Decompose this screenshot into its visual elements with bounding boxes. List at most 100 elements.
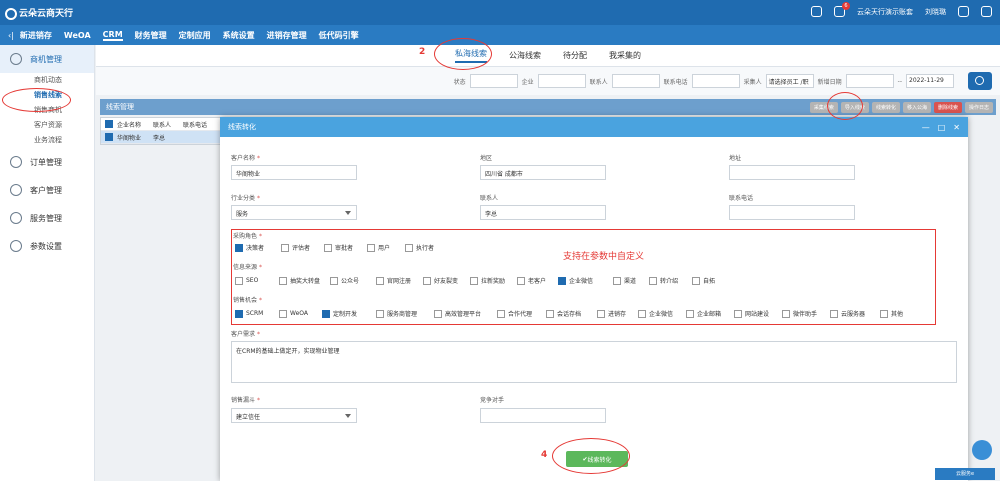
checkbox[interactable] xyxy=(405,243,413,252)
option[interactable]: 服务商管理 xyxy=(376,309,434,318)
checkbox[interactable] xyxy=(686,309,694,318)
nav-item[interactable]: 低代码引擎 xyxy=(319,30,359,41)
sidebar-group-service[interactable]: 服务管理 xyxy=(0,204,94,232)
settings-icon[interactable] xyxy=(981,6,992,17)
checkbox[interactable] xyxy=(470,276,478,285)
tab-pending[interactable]: 待分配 xyxy=(563,50,587,61)
option[interactable]: 网站建设 xyxy=(734,309,782,318)
maximize-icon[interactable]: □ xyxy=(938,123,946,132)
nav-item[interactable]: 定制应用 xyxy=(179,30,211,41)
nav-item-crm[interactable]: CRM xyxy=(102,30,123,41)
move-public-button[interactable]: 移入公海 xyxy=(902,101,931,113)
search-button[interactable] xyxy=(968,72,992,90)
sidebar-item[interactable]: 业务流程 xyxy=(0,133,94,148)
help-icon[interactable] xyxy=(972,440,992,460)
nav-item[interactable]: 新进销存 xyxy=(20,30,52,41)
checkbox[interactable] xyxy=(434,309,442,318)
competitor-input[interactable] xyxy=(480,408,606,423)
checkbox[interactable] xyxy=(330,276,338,285)
user-name[interactable]: 刘晓璐 xyxy=(925,7,946,17)
option[interactable]: 合作代理 xyxy=(497,309,546,318)
nav-item[interactable]: 进销存管理 xyxy=(267,30,307,41)
checkbox[interactable] xyxy=(830,309,838,318)
table-row[interactable]: 华阁物业 李总 xyxy=(101,131,229,144)
checkbox[interactable] xyxy=(597,309,605,318)
demand-textarea[interactable]: 在CRM的基础上做定开，实现物业管理 xyxy=(231,341,957,383)
checkbox-checked[interactable] xyxy=(558,276,566,285)
option[interactable]: 用户 xyxy=(367,243,405,252)
checkbox[interactable] xyxy=(649,276,657,285)
option[interactable]: 评估者 xyxy=(281,243,324,252)
tab-public-leads[interactable]: 公海线索 xyxy=(509,50,541,61)
checkbox-checked[interactable] xyxy=(235,309,243,318)
phone-input[interactable] xyxy=(691,74,740,88)
option[interactable]: 企业微信 xyxy=(558,276,613,285)
option[interactable]: 进销存 xyxy=(597,309,638,318)
sidebar-group-opportunity[interactable]: 商机管理 xyxy=(0,45,94,73)
checkbox[interactable] xyxy=(281,243,289,252)
phone-input[interactable] xyxy=(729,205,855,220)
company-input[interactable] xyxy=(537,74,586,88)
logout-icon[interactable] xyxy=(958,6,969,17)
tab-my-collected[interactable]: 我采集的 xyxy=(609,50,641,61)
option[interactable]: 定制开发 xyxy=(322,309,376,318)
option[interactable]: 公众号 xyxy=(330,276,376,285)
date-from-input[interactable] xyxy=(845,74,894,88)
nav-item[interactable]: 财务管理 xyxy=(135,30,167,41)
checkbox[interactable] xyxy=(880,309,888,318)
delete-lead-button[interactable]: 删除线索 xyxy=(933,101,962,113)
checkbox-checked[interactable] xyxy=(235,243,243,252)
row-checkbox[interactable] xyxy=(105,133,113,141)
account-switcher[interactable]: 云朵天行演示账套 xyxy=(857,7,913,17)
address-input[interactable] xyxy=(729,165,855,180)
option[interactable]: 自拓 xyxy=(692,276,728,285)
checkbox[interactable] xyxy=(517,276,525,285)
screen-icon[interactable] xyxy=(811,6,822,17)
option[interactable]: 高效管理平台 xyxy=(434,309,497,318)
checkbox[interactable] xyxy=(235,276,243,285)
app-logo[interactable]: 云朵云商天行 xyxy=(5,6,73,20)
checkbox[interactable] xyxy=(613,276,621,285)
checkbox[interactable] xyxy=(638,309,646,318)
back-icon[interactable]: ‹| xyxy=(8,31,14,40)
option[interactable]: 拉新奖励 xyxy=(470,276,517,285)
industry-select[interactable]: 服务 xyxy=(231,205,357,220)
funnel-select[interactable]: 建立信任 xyxy=(231,408,357,423)
sidebar-group-customers[interactable]: 客户管理 xyxy=(0,176,94,204)
minimize-icon[interactable]: — xyxy=(922,123,930,132)
option[interactable]: 云服务器 xyxy=(830,309,880,318)
checkbox[interactable] xyxy=(376,276,384,285)
region-input[interactable]: 四川省 成都市 xyxy=(480,165,606,180)
date-to-input[interactable]: 2022-11-29 xyxy=(906,74,954,88)
checkbox[interactable] xyxy=(376,309,384,318)
option[interactable]: 决策者 xyxy=(235,243,281,252)
contact-input[interactable] xyxy=(611,74,660,88)
checkbox-checked[interactable] xyxy=(322,309,330,318)
option[interactable]: 老客户 xyxy=(517,276,558,285)
option[interactable]: 抽奖大转盘 xyxy=(279,276,330,285)
option[interactable]: 执行者 xyxy=(405,243,448,252)
option[interactable]: 微伴助手 xyxy=(782,309,830,318)
checkbox[interactable] xyxy=(279,276,287,285)
sidebar-group-settings[interactable]: 参数设置 xyxy=(0,232,94,260)
nav-item[interactable]: WeOA xyxy=(64,31,91,40)
nav-item[interactable]: 系统设置 xyxy=(223,30,255,41)
option[interactable]: 企业微信 xyxy=(638,309,686,318)
contact-input[interactable]: 李总 xyxy=(480,205,606,220)
status-select[interactable] xyxy=(469,74,518,88)
sidebar-item[interactable]: 商机动态 xyxy=(0,73,94,88)
sidebar-group-orders[interactable]: 订单管理 xyxy=(0,148,94,176)
sidebar-item[interactable]: 客户资源 xyxy=(0,118,94,133)
option[interactable]: 渠道 xyxy=(613,276,649,285)
option[interactable]: 会话存档 xyxy=(546,309,597,318)
option[interactable]: 好友裂变 xyxy=(423,276,470,285)
collector-input[interactable]: 请选择员工 /职 xyxy=(765,74,814,88)
select-all-checkbox[interactable] xyxy=(105,120,113,128)
option[interactable]: 官网注册 xyxy=(376,276,423,285)
checkbox[interactable] xyxy=(734,309,742,318)
checkbox[interactable] xyxy=(692,276,700,285)
option[interactable]: SCRM xyxy=(235,309,279,318)
option[interactable]: 转介绍 xyxy=(649,276,692,285)
checkbox[interactable] xyxy=(367,243,375,252)
convert-lead-button[interactable]: 线索转化 xyxy=(871,101,900,113)
